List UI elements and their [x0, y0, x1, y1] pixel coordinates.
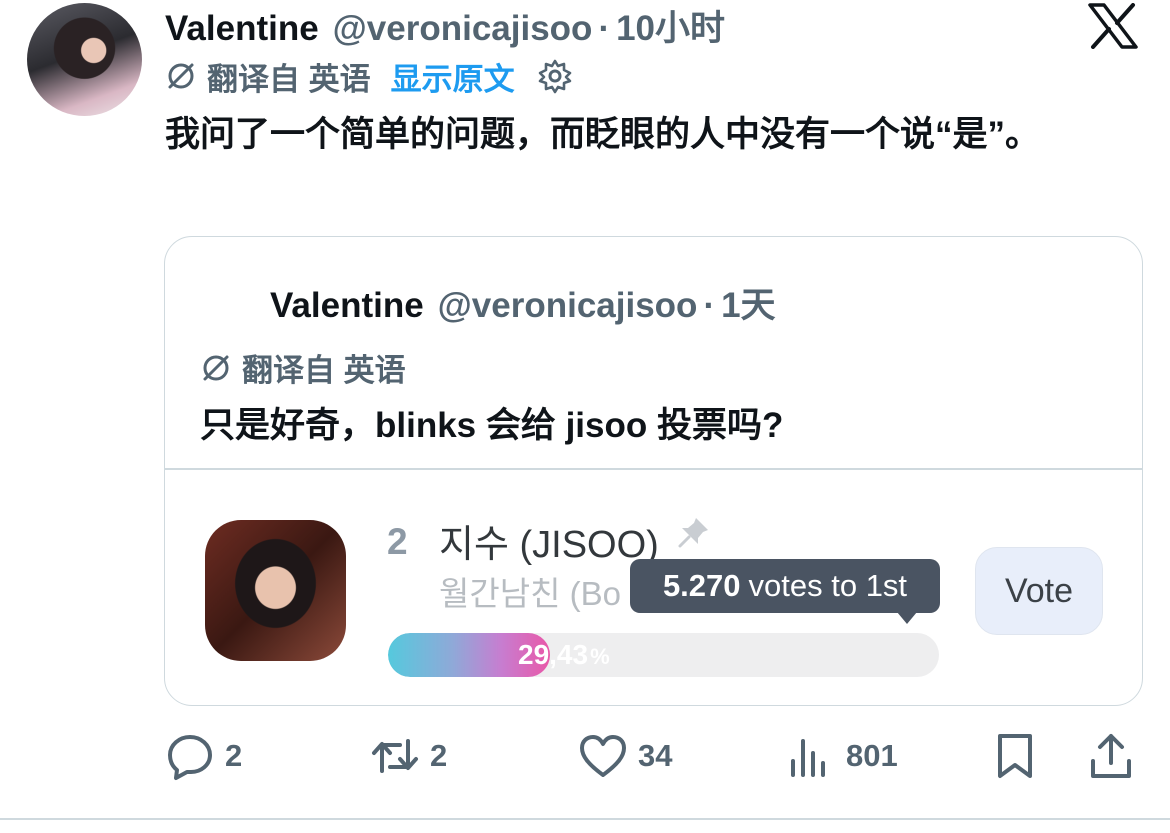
translate-icon — [168, 63, 194, 89]
show-original-link[interactable]: 显示原文 — [391, 54, 515, 99]
reply-button[interactable]: 2 — [165, 728, 242, 784]
quoted-translation-bar: 翻译自 英语 — [200, 345, 406, 390]
separator-dot: · — [598, 9, 611, 48]
translated-from-label: 翻译自 英语 — [207, 61, 371, 97]
poll-progress-label: 29,43% — [518, 633, 610, 677]
like-button[interactable]: 34 — [578, 728, 672, 784]
gear-icon[interactable] — [537, 58, 573, 94]
like-count: 34 — [638, 738, 673, 773]
vote-button: Vote — [975, 547, 1103, 635]
quoted-tweet-time: 1天 — [721, 286, 776, 325]
divider — [165, 468, 1142, 470]
poll-progress-bar: 29,43% — [388, 633, 939, 677]
reply-icon — [168, 735, 212, 780]
tweet-action-bar: 2 2 34 801 — [0, 728, 1170, 788]
reply-count: 2 — [225, 738, 243, 773]
author-avatar[interactable] — [27, 3, 142, 116]
poll-rank: 2 — [387, 521, 408, 562]
tweet-header: Valentine @veronicajisoo · 10小时 — [165, 0, 725, 48]
retweet-icon — [372, 739, 418, 773]
author-handle[interactable]: @veronicajisoo — [333, 9, 593, 49]
views-button[interactable]: 801 — [786, 728, 898, 784]
poll-candidate-subtitle: 월간남친 (Bo — [439, 575, 621, 612]
share-icon — [1091, 734, 1131, 778]
tooltip-vote-count: 5.270 — [662, 568, 741, 603]
poll-progress-unit: % — [590, 644, 610, 669]
tweet-text: 我问了一个简单的问题，而眨眼的人中没有一个说“是”。 — [165, 115, 1041, 154]
quoted-author-handle: @veronicajisoo — [437, 286, 698, 325]
quoted-tweet-card[interactable]: Valentine @veronicajisoo · 1天 翻译自 英语 只是好… — [164, 236, 1143, 706]
author-name[interactable]: Valentine — [165, 9, 319, 49]
x-logo-icon — [1088, 3, 1138, 49]
share-button[interactable] — [1086, 728, 1146, 784]
heart-icon — [580, 735, 626, 777]
retweet-button[interactable]: 2 — [370, 728, 447, 784]
quoted-tweet-header: Valentine @veronicajisoo · 1天 — [270, 277, 776, 325]
bottom-divider — [0, 818, 1170, 820]
bookmark-icon — [998, 734, 1032, 778]
separator-dot: · — [703, 286, 716, 325]
quoted-translated-from-label: 翻译自 英语 — [242, 353, 406, 388]
pin-icon — [678, 518, 708, 548]
bookmark-button[interactable] — [990, 728, 1050, 784]
quoted-tweet-text: 只是好奇，blinks 会给 jisoo 投票吗? — [200, 406, 784, 445]
translate-icon — [203, 355, 229, 380]
poll-candidate-photo — [205, 520, 346, 661]
tooltip-arrow — [897, 612, 917, 624]
votes-tooltip: 5.270 votes to 1st — [630, 559, 940, 613]
quoted-author-name: Valentine — [270, 286, 424, 325]
translation-bar: 翻译自 英语 显示原文 — [165, 54, 573, 99]
tweet-time[interactable]: 10小时 — [616, 0, 725, 51]
poll-progress-value: 29,43 — [518, 639, 589, 670]
views-icon — [791, 739, 825, 777]
poll-candidate-name: 지수 (JISOO) — [439, 524, 659, 566]
retweet-count: 2 — [430, 738, 448, 773]
tooltip-text: votes to 1st — [748, 568, 908, 603]
views-count: 801 — [846, 738, 898, 773]
